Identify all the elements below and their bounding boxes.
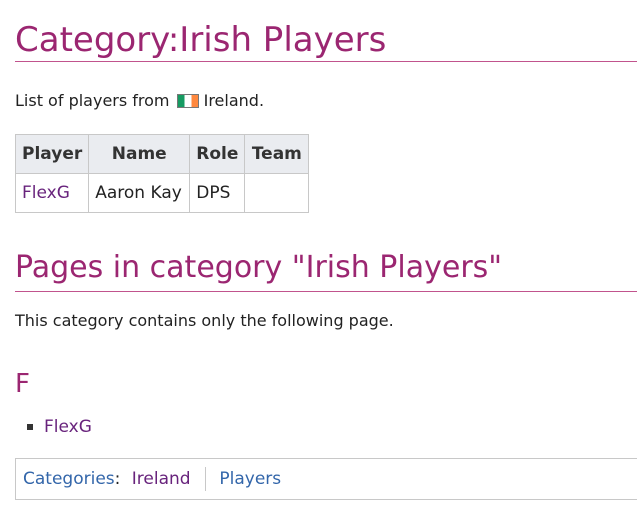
- letter-heading: F: [15, 369, 30, 399]
- page-link-flexg[interactable]: FlexG: [44, 417, 92, 437]
- category-link-ireland[interactable]: Ireland: [132, 469, 191, 489]
- category-links-box: Categories: Ireland Players: [15, 458, 637, 500]
- cell-role: DPS: [189, 173, 246, 213]
- player-link-flexg[interactable]: FlexG: [22, 183, 70, 203]
- intro-text: List of players from Ireland.: [15, 90, 264, 112]
- title-divider: [15, 61, 637, 62]
- list-item: FlexG: [27, 416, 92, 438]
- square-bullet-icon: [27, 424, 33, 430]
- category-link-players[interactable]: Players: [219, 469, 281, 489]
- players-table: Player Name Role Team FlexG Aaron Kay DP…: [14, 134, 310, 213]
- header-team: Team: [244, 134, 310, 174]
- category-separator: [204, 467, 206, 491]
- page-title: Category:Irish Players: [15, 20, 387, 60]
- cell-team: [244, 173, 310, 213]
- cell-player: FlexG: [14, 173, 90, 213]
- pages-heading: Pages in category "Irish Players": [15, 250, 503, 285]
- ireland-flag-icon: [176, 94, 199, 108]
- header-role: Role: [189, 134, 246, 174]
- category-page-list: FlexG: [27, 416, 92, 438]
- pages-divider: [15, 291, 637, 292]
- header-player: Player: [14, 134, 90, 174]
- table-row: FlexG Aaron Kay DPS: [14, 173, 310, 213]
- categories-colon: :: [114, 469, 121, 489]
- intro-prefix: List of players from: [15, 91, 170, 110]
- table-header-row: Player Name Role Team: [14, 134, 310, 174]
- intro-country: Ireland.: [203, 91, 265, 110]
- pages-description: This category contains only the followin…: [15, 311, 394, 330]
- cell-name: Aaron Kay: [88, 173, 191, 213]
- categories-label-link[interactable]: Categories: [23, 469, 115, 489]
- header-name: Name: [88, 134, 191, 174]
